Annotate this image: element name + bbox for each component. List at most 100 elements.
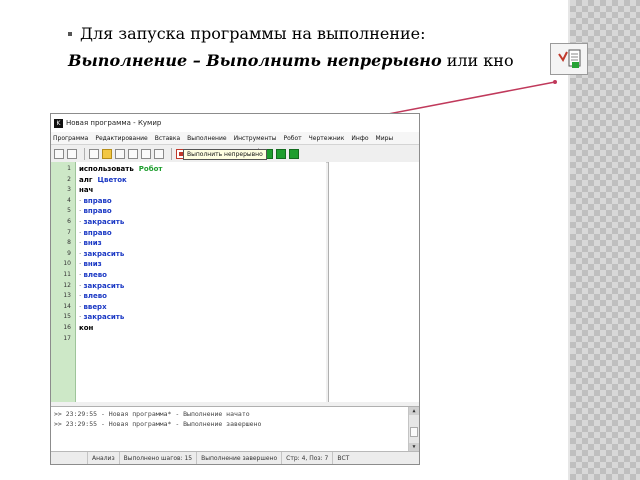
paste-icon[interactable] — [102, 148, 112, 159]
menu-insert[interactable]: Вставка — [155, 135, 180, 142]
code-line: · влево — [79, 292, 107, 300]
line-number: 10 — [63, 260, 71, 268]
console-scrollbar[interactable]: ▲ ▼ — [408, 407, 419, 451]
status-position: Стр: 4, Поз: 7 — [282, 452, 334, 464]
toolbar-separator — [84, 147, 85, 160]
line-number-gutter: 1 2 3 4 5 6 7 8 9 10 11 12 13 14 15 16 17 — [51, 162, 76, 402]
kumir-window: K Новая программа - Кумир Программа Реда… — [50, 113, 420, 465]
line-number: 13 — [63, 292, 71, 300]
robot-command: вправо — [83, 196, 112, 205]
robot-command: закрасить — [83, 313, 125, 322]
status-state: Выполнение завершено — [197, 452, 283, 464]
code-line: · закрасить — [79, 282, 124, 290]
console-line: >> 23:29:55 - Новая программа* - Выполне… — [54, 420, 262, 428]
code-editor[interactable]: использовать Робот алг Цветок нач · вправо · в… — [76, 162, 326, 402]
menu-run[interactable]: Выполнение — [187, 135, 226, 142]
identifier: Робот — [138, 165, 163, 173]
identifier: Цветок — [97, 175, 127, 184]
code-line: · закрасить — [79, 218, 124, 226]
line-number: 4 — [67, 196, 71, 204]
code-line: · вниз — [79, 260, 102, 268]
status-spacer — [51, 452, 88, 464]
undo-icon[interactable] — [115, 148, 125, 159]
instruction-text: Для запуска программы на выполнение: — [80, 24, 426, 43]
toolbar: Выполнить непрерывно — [51, 145, 419, 163]
menu-program[interactable]: Программа — [53, 135, 88, 142]
slide-instruction: Для запуска программы на выполнение: Вып… — [68, 24, 514, 70]
robot-command: вверх — [83, 302, 107, 311]
window-title: Новая программа - Кумир — [66, 119, 162, 127]
indent-icon[interactable] — [154, 148, 164, 159]
code-line: · закрасить — [79, 313, 124, 321]
robot-command: закрасить — [83, 281, 125, 290]
status-bar: Анализ Выполнено шагов: 15 Выполнение за… — [51, 451, 419, 464]
line-number: 15 — [63, 313, 71, 321]
code-line: кон — [79, 324, 93, 332]
copy-icon[interactable] — [89, 148, 99, 159]
cut-icon[interactable] — [67, 148, 77, 159]
scroll-down-icon[interactable]: ▼ — [409, 443, 419, 451]
scroll-up-icon[interactable]: ▲ — [409, 407, 419, 415]
window-titlebar: K Новая программа - Кумир — [51, 114, 419, 132]
instruction-line-2: Выполнение – Выполнить непрерывно или кн… — [68, 51, 514, 70]
keyword: алг — [79, 175, 93, 184]
line-number: 2 — [67, 175, 71, 183]
line-number: 17 — [63, 334, 71, 342]
line-number: 5 — [67, 207, 71, 215]
robot-command: влево — [83, 271, 107, 279]
robot-command: закрасить — [83, 249, 125, 258]
instruction-tail: или кно — [441, 51, 514, 70]
code-line: · вниз — [79, 239, 102, 247]
menu-path-text: Выполнение – Выполнить непрерывно — [68, 51, 442, 70]
code-line: · вправо — [79, 229, 112, 237]
console-line: >> 23:29:55 - Новая программа* - Выполне… — [54, 410, 250, 418]
menu-robot[interactable]: Робот — [284, 135, 302, 142]
line-number: 11 — [63, 271, 71, 278]
robot-command: вниз — [83, 260, 102, 269]
menu-bar: Программа Редактирование Вставка Выполне… — [51, 132, 419, 145]
menu-tools[interactable]: Инструменты — [234, 135, 277, 142]
instruction-line-1: Для запуска программы на выполнение: — [68, 24, 514, 43]
status-steps: Выполнено шагов: 15 — [120, 452, 198, 464]
robot-command: влево — [83, 292, 107, 301]
code-line: алг Цветок — [79, 176, 127, 184]
line-number: 7 — [67, 228, 71, 236]
line-number: 12 — [63, 281, 71, 289]
line-number: 16 — [63, 324, 71, 331]
drawer-panel-icon[interactable] — [289, 148, 299, 159]
run-continuous-icon — [558, 49, 581, 68]
line-number: 1 — [67, 165, 71, 172]
code-line: использовать Робот — [79, 165, 162, 173]
outdent-icon[interactable] — [141, 148, 151, 159]
line-number: 3 — [67, 186, 71, 194]
kumir-app-icon: K — [54, 118, 63, 128]
toolbar-separator — [171, 147, 172, 160]
code-line: · влево — [79, 271, 107, 279]
menu-drawer[interactable]: Чертежник — [309, 135, 345, 142]
save-icon[interactable] — [54, 148, 64, 159]
menu-worlds[interactable]: Миры — [376, 135, 394, 142]
robot-command: закрасить — [83, 218, 125, 226]
code-line: · вверх — [79, 303, 107, 311]
menu-info[interactable]: Инфо — [351, 135, 368, 142]
redo-icon[interactable] — [128, 148, 138, 159]
code-line: нач — [79, 186, 93, 194]
scroll-thumb[interactable] — [410, 427, 418, 437]
code-line: · закрасить — [79, 250, 124, 258]
robot-command: вправо — [83, 228, 112, 237]
line-number: 6 — [67, 218, 71, 225]
bullet-icon — [68, 31, 72, 36]
status-insert-mode: ВСТ — [337, 455, 350, 462]
side-panel — [328, 162, 419, 402]
robot-command: вниз — [83, 239, 102, 248]
editor-area: 1 2 3 4 5 6 7 8 9 10 11 12 13 14 15 16 17 использовать Ро… — [51, 162, 419, 402]
run-continuous-button-zoom[interactable] — [550, 43, 588, 75]
status-mode: Анализ — [88, 452, 120, 464]
menu-edit[interactable]: Редактирование — [95, 135, 147, 142]
line-number: 9 — [67, 249, 71, 257]
robot-command: вправо — [83, 207, 112, 216]
run-tooltip: Выполнить непрерывно — [183, 149, 267, 160]
code-line: · вправо — [79, 197, 112, 205]
line-number: 14 — [63, 302, 71, 310]
robot-panel-icon[interactable] — [276, 148, 286, 159]
